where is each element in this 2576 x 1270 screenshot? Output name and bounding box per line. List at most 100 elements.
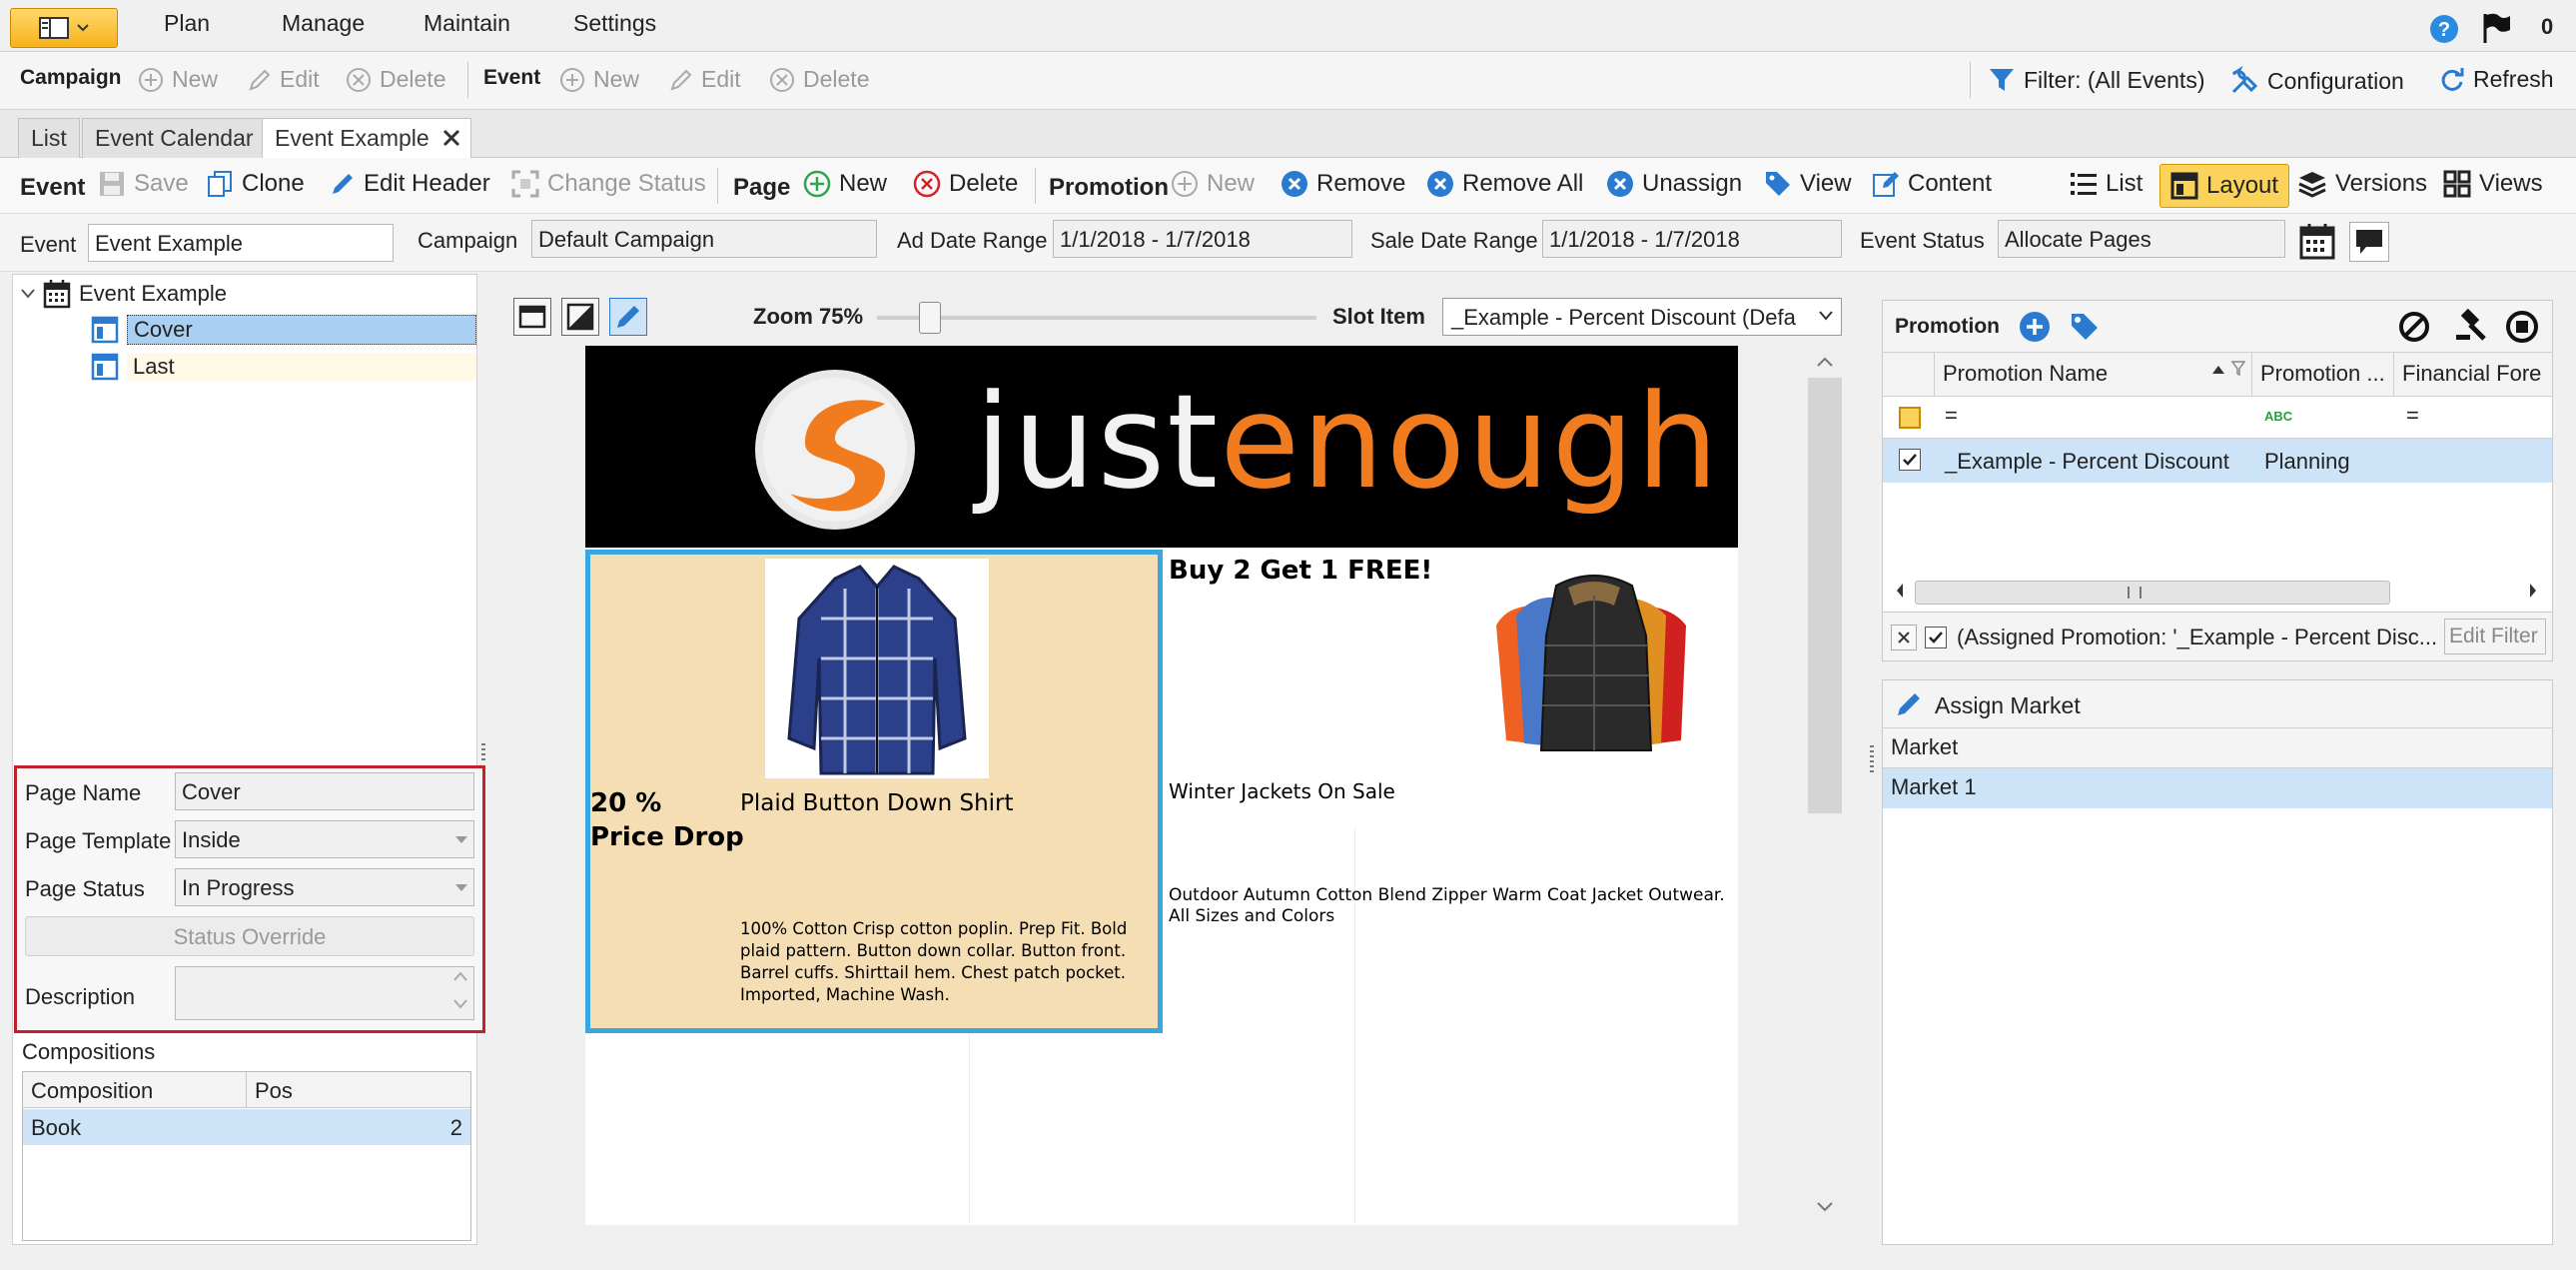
filter-text-status[interactable]: ABC [2264,409,2292,424]
pencil-icon[interactable] [1895,690,1923,718]
status-override-button[interactable]: Status Override [25,916,474,956]
tree-node-last[interactable]: Last [91,353,476,381]
tree-root-event[interactable]: Event Example [21,279,227,309]
menu-settings[interactable]: Settings [573,10,656,37]
page-status-select[interactable]: In Progress [175,868,474,906]
campaign-delete-button[interactable]: Delete [346,66,445,93]
tab-list[interactable]: List [18,118,80,158]
draw-pencil-icon[interactable] [609,298,647,336]
tree-node-cover[interactable]: Cover [91,315,476,345]
zoom-slider-track[interactable] [877,316,1316,320]
remove-all-button[interactable]: Remove All [1426,170,1583,198]
column-header-composition[interactable]: Composition [23,1072,247,1108]
add-circle-icon[interactable] [2019,311,2051,343]
table-row[interactable]: Book 2 [23,1109,470,1145]
chevron-left-icon[interactable] [1895,583,1905,599]
chevron-down-icon[interactable] [453,999,467,1009]
page-name-field[interactable]: Cover [175,772,474,810]
change-status-button[interactable]: Change Status [511,170,706,198]
prohibit-icon[interactable] [2398,311,2430,343]
slot-item-select[interactable]: _Example - Percent Discount (Defa [1442,298,1842,336]
versions-button[interactable]: Versions [2297,170,2427,198]
event-toolbar: Event Save Clone Edit Header Change Stat… [0,158,2576,214]
event-new-button[interactable]: New [559,66,639,93]
menu-manage[interactable]: Manage [282,10,365,37]
event-delete-button[interactable]: Delete [769,66,869,93]
contrast-icon[interactable] [561,298,599,336]
column-header-financial-forecast[interactable]: Financial Fore [2394,353,2552,397]
filter-button[interactable]: Filter: (All Events) [1988,66,2204,94]
content-button[interactable]: Content [1872,170,1992,198]
filter-enabled-checkbox[interactable] [1925,627,1947,648]
sale-date-range-field[interactable]: 1/1/2018 - 1/7/2018 [1542,220,1842,258]
zoom-slider-thumb[interactable] [918,302,941,334]
remove-button[interactable]: Remove [1281,170,1405,198]
separator [467,62,468,98]
comment-icon[interactable] [2349,222,2389,262]
filter-equals-forecast[interactable]: = [2406,403,2419,429]
horizontal-scrollbar[interactable] [1915,581,2390,605]
filter-equals-name[interactable]: = [1945,403,1958,429]
promotion-new-button[interactable]: New [1171,170,1255,198]
chevron-up-icon[interactable] [453,971,467,981]
edit-header-button[interactable]: Edit Header [330,170,490,198]
plus-circle-icon [1172,171,1198,197]
filter-row-selector[interactable] [1899,407,1921,429]
brand-banner: justenough [585,346,1738,548]
filter-icon[interactable] [2231,361,2245,377]
flag-icon[interactable] [2481,12,2511,44]
page-delete-button[interactable]: Delete [913,170,1018,198]
calendar-icon[interactable] [2299,222,2335,260]
view-button[interactable]: View [1764,170,1852,198]
ad-date-range-field[interactable]: 1/1/2018 - 1/7/2018 [1053,220,1352,258]
stop-circle-icon[interactable] [2506,311,2538,343]
slot-plaid-shirt[interactable]: 20 % Price Drop Plaid Button Down Shirt … [585,550,1163,1033]
configuration-button[interactable]: Configuration [2229,66,2404,96]
event-name-field[interactable]: Event Example [88,224,394,262]
splitter-handle[interactable] [481,743,485,763]
table-row[interactable]: _Example - Percent Discount Planning [1883,439,2552,483]
tab-event-calendar[interactable]: Event Calendar [82,118,267,158]
description-field[interactable] [175,966,474,1020]
sort-ascending-icon [2211,365,2225,375]
chevron-down-icon[interactable] [1816,1201,1834,1213]
help-icon[interactable]: ? [2429,14,2459,44]
splitter-handle[interactable] [1870,745,1874,775]
refresh-button[interactable]: Refresh [2439,66,2554,93]
chevron-up-icon[interactable] [1816,356,1834,368]
menu-plan[interactable]: Plan [164,10,210,37]
close-icon[interactable] [442,129,460,147]
views-button[interactable]: Views [2443,170,2543,198]
unassign-button[interactable]: Unassign [1606,170,1742,198]
row-checkbox[interactable] [1899,449,1921,471]
gavel-icon[interactable] [2454,309,2488,343]
clear-filter-icon[interactable] [1891,625,1917,650]
column-header-market[interactable]: Market [1883,728,2552,768]
clone-button[interactable]: Clone [206,170,305,198]
chevron-down-icon[interactable] [21,289,35,299]
menu-maintain[interactable]: Maintain [424,10,510,37]
save-button[interactable]: Save [98,170,189,198]
event-status-field[interactable]: Allocate Pages [1998,220,2285,258]
logo-text-just: just [975,366,1221,518]
campaign-new-button[interactable]: New [138,66,218,93]
column-header-promotion-status[interactable]: Promotion ... [2252,353,2394,397]
list-view-button[interactable]: List [2070,170,2143,198]
vertical-scrollbar[interactable] [1808,378,1842,813]
chevron-right-icon[interactable] [2528,583,2538,599]
change-status-label: Change Status [547,170,706,197]
column-header-pos[interactable]: Pos [247,1072,470,1108]
app-menu-button[interactable] [10,8,118,48]
layout-view-button[interactable]: Layout [2159,164,2290,208]
window-icon[interactable] [513,298,551,336]
edit-filter-button[interactable]: Edit Filter [2444,619,2546,654]
page-template-select[interactable]: Inside [175,820,474,858]
column-header-promotion-name[interactable]: Promotion Name [1935,353,2252,397]
campaign-field[interactable]: Default Campaign [531,220,877,258]
tag-icon[interactable] [2069,311,2101,343]
campaign-edit-button[interactable]: Edit [248,66,320,93]
event-edit-button[interactable]: Edit [669,66,741,93]
tab-event-example[interactable]: Event Example [262,118,471,159]
page-new-button[interactable]: New [803,170,887,198]
table-row[interactable]: Market 1 [1883,768,2552,808]
